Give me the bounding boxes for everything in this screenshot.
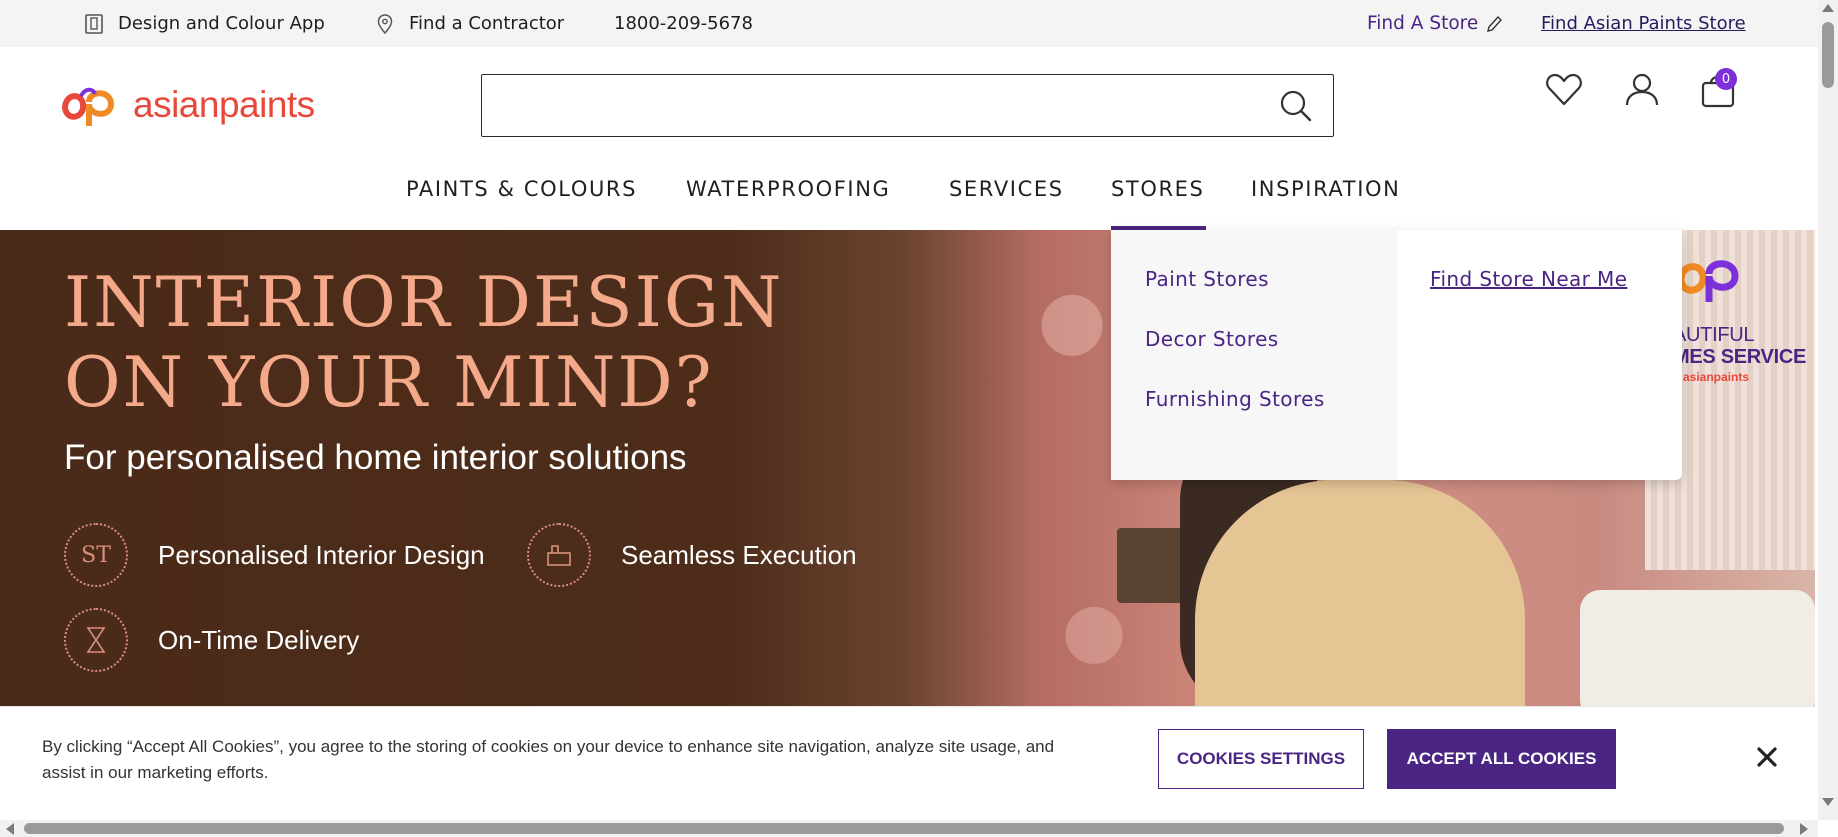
pencil-icon <box>1484 14 1504 34</box>
location-pin-icon <box>375 13 395 34</box>
search-box[interactable] <box>481 74 1334 137</box>
badge-line-3: asianpaints <box>1683 370 1750 384</box>
dropdown-item-paint-stores[interactable]: Paint Stores <box>1111 267 1398 327</box>
stores-dropdown-aside: Find Store Near Me <box>1398 230 1682 480</box>
top-utility-bar: Design and Colour App Find a Contractor … <box>0 0 1818 47</box>
stores-dropdown-list: Paint Stores Decor Stores Furnishing Sto… <box>1111 230 1398 480</box>
monogram-st-icon: ST <box>64 523 128 587</box>
find-contractor-link[interactable]: Find a Contractor <box>375 0 564 47</box>
feature-personalised-design: ST Personalised Interior Design <box>64 523 485 587</box>
find-asian-paints-store-link[interactable]: Find Asian Paints Store <box>1541 0 1746 47</box>
cookie-consent-text: By clicking “Accept All Cookies”, you ag… <box>42 737 1055 782</box>
asianpaints-logo[interactable]: asianpaints <box>59 80 315 130</box>
horizontal-scrollbar[interactable] <box>0 820 1818 837</box>
hero-title-line-2: ON YOUR MIND? <box>64 343 714 423</box>
vertical-scroll-thumb[interactable] <box>1822 22 1834 88</box>
pillow-image <box>1580 590 1815 707</box>
design-app-label: Design and Colour App <box>118 13 325 34</box>
scroll-left-arrow-icon[interactable] <box>6 823 14 835</box>
person-image <box>1195 480 1525 707</box>
hero-title-line-1: INTERIOR DESIGN <box>64 263 784 343</box>
find-a-store-label: Find A Store <box>1367 13 1479 34</box>
wishlist-heart-icon[interactable] <box>1544 70 1584 110</box>
cookies-settings-button[interactable]: COOKIES SETTINGS <box>1158 729 1364 789</box>
feature-seamless-execution: Seamless Execution <box>527 523 857 587</box>
badge-line-1: AUTIFUL <box>1673 324 1755 346</box>
nav-paints-colours[interactable]: PAINTS & COLOURS <box>406 168 637 230</box>
search-icon[interactable] <box>1279 89 1313 123</box>
user-account-icon[interactable] <box>1622 70 1662 110</box>
scroll-up-arrow-icon[interactable] <box>1822 4 1834 12</box>
hero-subtitle: For personalised home interior solutions <box>64 438 687 477</box>
nav-stores[interactable]: STORES <box>1111 168 1204 230</box>
nav-inspiration[interactable]: INSPIRATION <box>1251 168 1400 230</box>
dropdown-item-decor-stores[interactable]: Decor Stores <box>1111 327 1398 387</box>
accept-all-cookies-button[interactable]: ACCEPT ALL COOKIES <box>1387 729 1616 789</box>
cart-count-badge: 0 <box>1715 68 1737 90</box>
find-contractor-label: Find a Contractor <box>409 13 565 34</box>
feature-label: Seamless Execution <box>621 539 857 570</box>
scroll-right-arrow-icon[interactable] <box>1800 823 1808 835</box>
phone-number[interactable]: 1800-209-5678 <box>614 0 753 47</box>
hourglass-icon <box>64 608 128 672</box>
scroll-down-arrow-icon[interactable] <box>1822 798 1834 806</box>
badge-line-2: MES SERVICE <box>1673 346 1807 368</box>
hero-title: INTERIOR DESIGN ON YOUR MIND? <box>64 263 783 423</box>
asianpaints-logo-mark-icon <box>61 87 115 126</box>
asianpaints-badge-mark-icon <box>1677 260 1739 302</box>
find-store-near-me-link[interactable]: Find Store Near Me <box>1430 267 1627 291</box>
stores-dropdown-menu: Paint Stores Decor Stores Furnishing Sto… <box>1111 230 1682 480</box>
logo-wordmark: asianpaints <box>133 84 315 125</box>
nav-waterproofing[interactable]: WATERPROOFING <box>686 168 890 230</box>
feature-label: On-Time Delivery <box>158 624 360 655</box>
cookie-consent-banner: By clicking “Accept All Cookies”, you ag… <box>0 706 1815 820</box>
close-icon[interactable] <box>1753 743 1781 771</box>
find-a-store-link[interactable]: Find A Store <box>1367 0 1504 47</box>
feature-label: Personalised Interior Design <box>158 539 485 570</box>
search-input[interactable] <box>482 75 1242 135</box>
mobile-app-icon <box>84 13 104 34</box>
nav-services[interactable]: SERVICES <box>949 168 1064 230</box>
vertical-scrollbar[interactable] <box>1818 0 1838 820</box>
horizontal-scroll-thumb[interactable] <box>24 823 1784 834</box>
main-navigation: PAINTS & COLOURS WATERPROOFING SERVICES … <box>0 168 1818 230</box>
beautiful-homes-service-badge: AUTIFUL MES SERVICE asianpaints <box>1673 250 1813 384</box>
execution-icon <box>527 523 591 587</box>
dropdown-item-furnishing-stores[interactable]: Furnishing Stores <box>1111 387 1398 447</box>
design-app-link[interactable]: Design and Colour App <box>84 0 325 47</box>
feature-on-time-delivery: On-Time Delivery <box>64 608 359 672</box>
